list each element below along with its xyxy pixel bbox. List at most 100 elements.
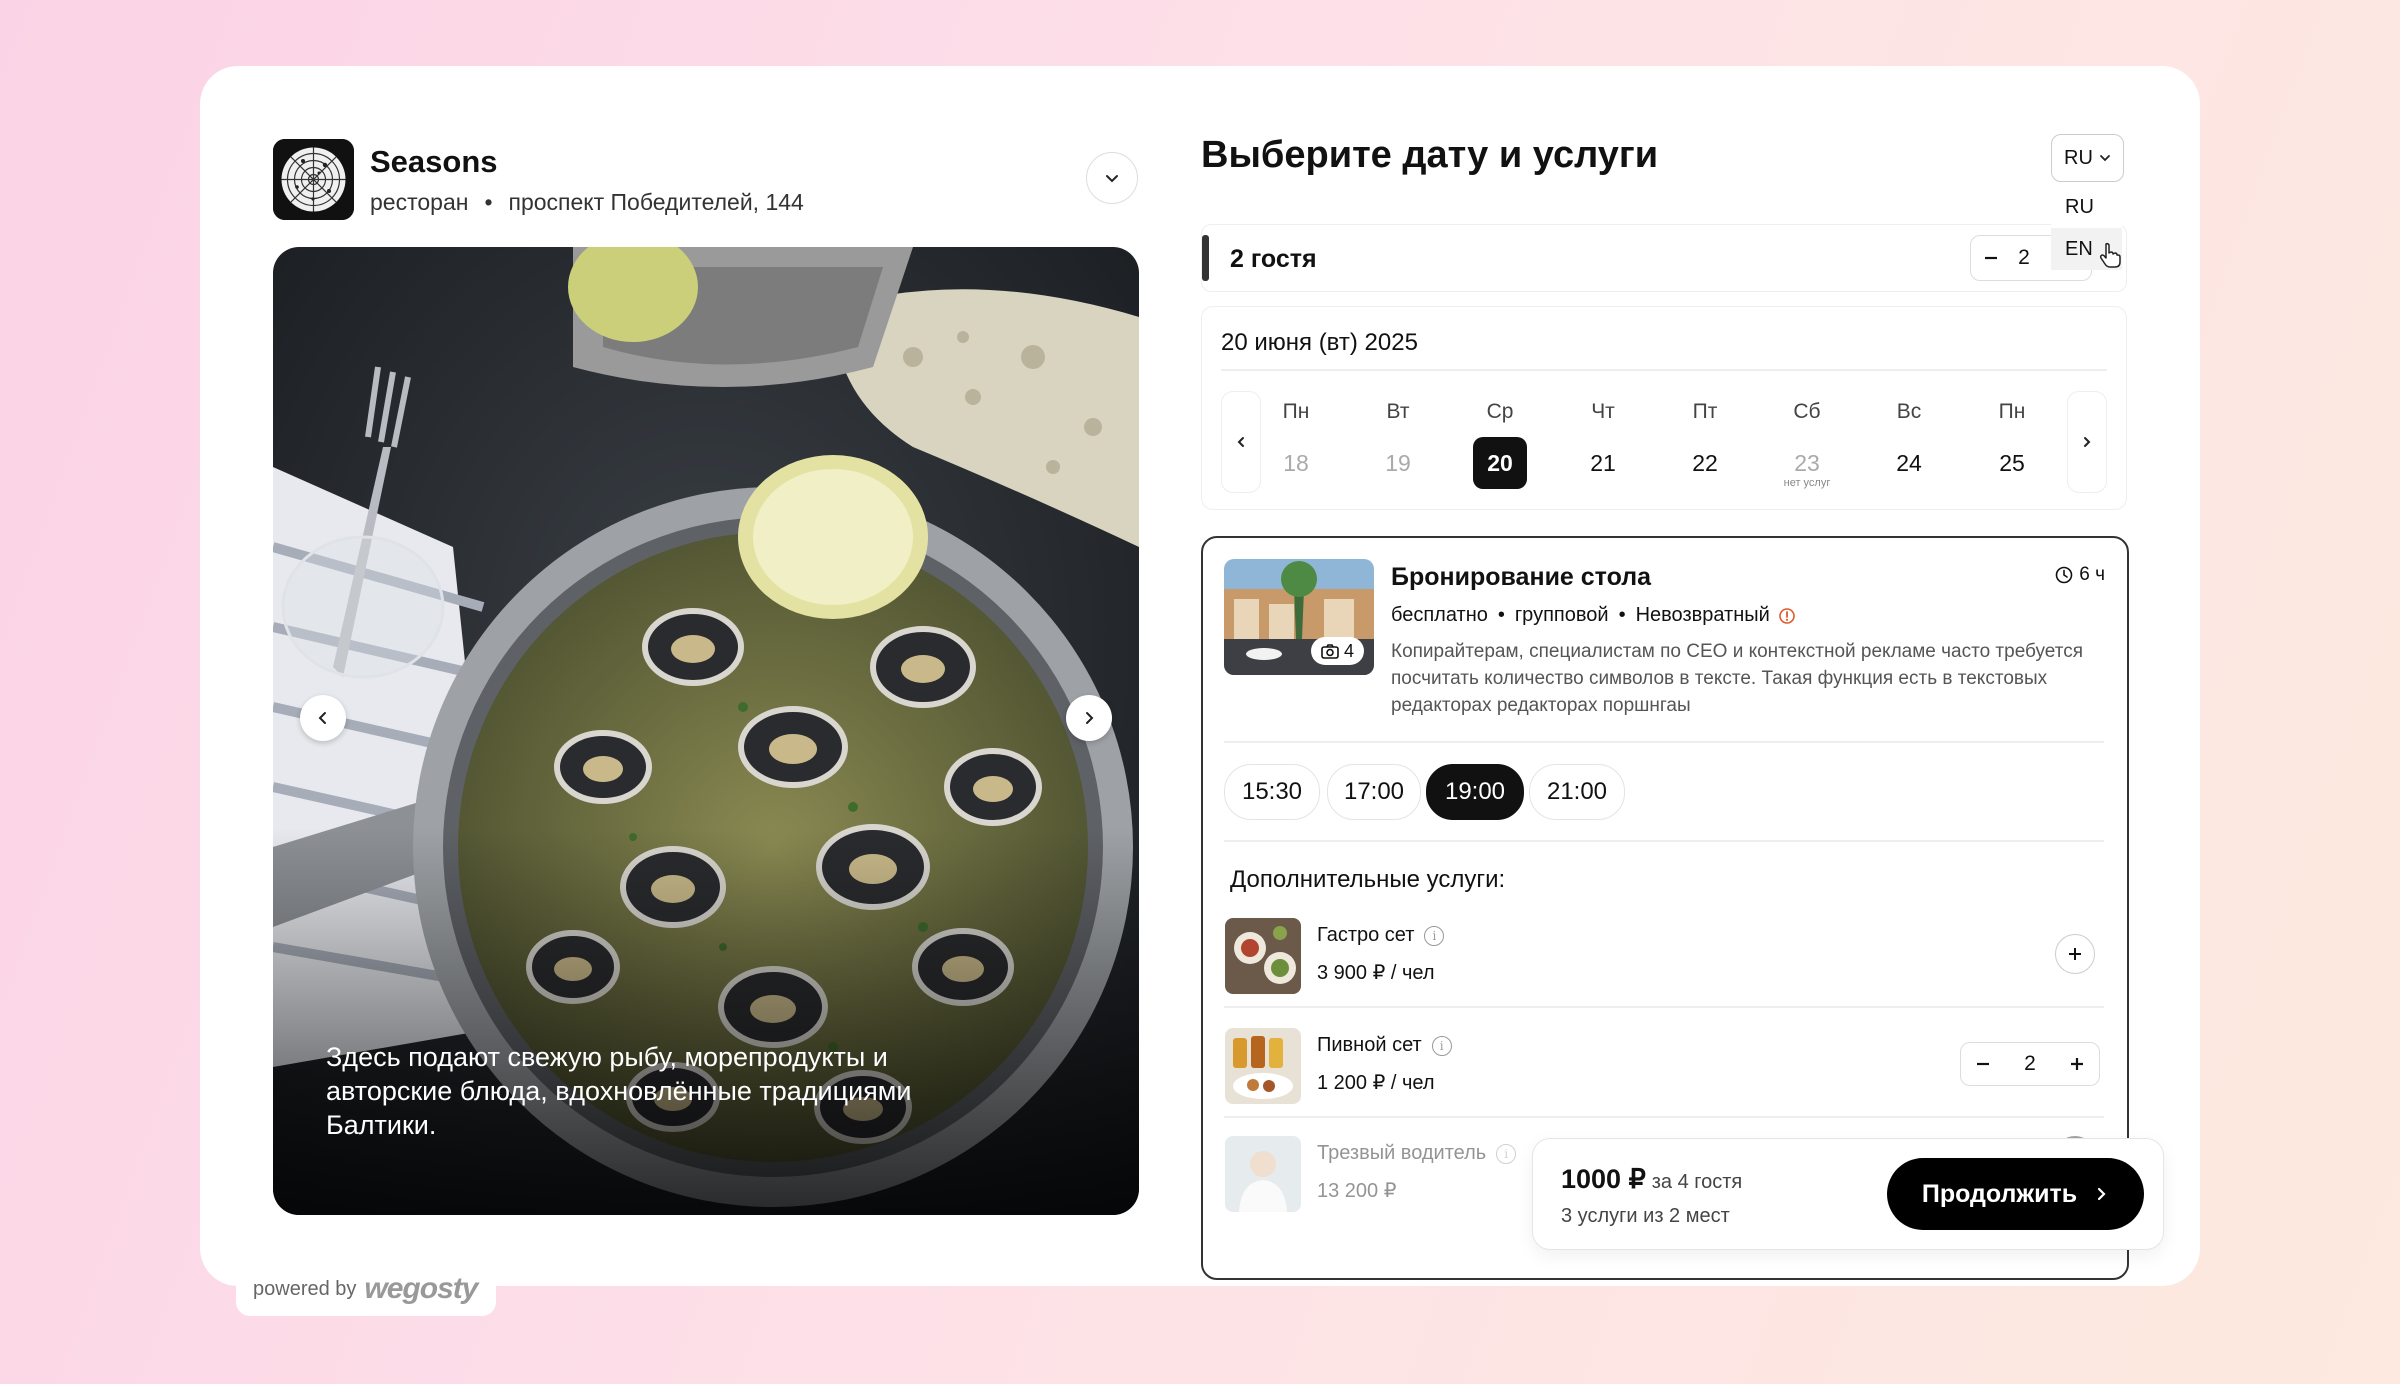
hero-image: Здесь подают свежую рыбу, морепродукты и… [273, 247, 1139, 1215]
weekday-label: Пн [1998, 400, 2026, 423]
chevron-left-icon [318, 712, 326, 724]
extra-name: Пивной сет i [1317, 1034, 1452, 1057]
alert-circle-icon[interactable] [1778, 607, 1796, 625]
weekday-label: Вс [1896, 400, 1922, 423]
time-slot[interactable]: 17:00 [1327, 764, 1421, 820]
calendar-day[interactable]: Вс 24 [1882, 397, 1936, 489]
calendar-day[interactable]: Чт 21 [1576, 397, 1630, 489]
day-number: 19 [1385, 450, 1411, 476]
extra-price: 13 200 ₽ [1317, 1180, 1397, 1202]
expand-button[interactable] [1086, 152, 1138, 204]
extra-service-item: Пивной сет i 1 200 ₽ / чел 2 [1225, 1028, 2105, 1106]
service-duration: 6 ч [2055, 564, 2105, 586]
weekday-label: Сб [1793, 400, 1821, 423]
chevron-down-icon [1106, 175, 1118, 183]
date-picker: 20 июня (вт) 2025 Пн 18 Вт 19 Ср 20 Чт 2… [1201, 306, 2127, 510]
restaurant-address: проспект Победителей, 144 [508, 189, 804, 215]
booking-summary-bar: 1000 ₽ за 4 гостя 3 услуги из 2 мест Прод… [1532, 1138, 2164, 1250]
divider [1224, 840, 2104, 842]
extra-quantity-stepper: 2 [1960, 1042, 2100, 1086]
separator-dot: • [484, 189, 493, 215]
calendar-prev-button[interactable] [1221, 391, 1261, 493]
extra-quantity: 2 [2024, 1052, 2036, 1075]
minus-icon [1985, 256, 1997, 260]
continue-button[interactable]: Продолжить [1887, 1158, 2144, 1230]
hero-caption: Здесь подают свежую рыбу, морепродукты и… [326, 1042, 912, 1140]
language-menu: RU EN [2051, 186, 2122, 270]
day-number: 21 [1590, 450, 1616, 476]
hero-next-button[interactable] [1066, 695, 1112, 741]
chevron-right-icon [2098, 1187, 2106, 1201]
powered-by-label: powered by [253, 1277, 357, 1300]
gastro-set-illustration [1225, 918, 1301, 994]
divider [1221, 369, 2107, 371]
chevron-down-icon [2100, 155, 2110, 162]
calendar-day-unavailable: Сб 23 нет услуг [1780, 397, 1834, 489]
extra-thumb [1225, 918, 1301, 994]
day-number: 22 [1692, 450, 1718, 476]
continue-label: Продолжить [1921, 1179, 2078, 1208]
extra-price: 3 900 ₽ / чел [1317, 962, 1435, 984]
total-price: 1000 ₽ за 4 гостя [1561, 1164, 1742, 1195]
summary-subtitle: 3 услуги из 2 мест [1561, 1205, 1730, 1227]
chevron-right-icon [2084, 437, 2091, 447]
restaurant-subtitle: ресторан • проспект Победителей, 144 [370, 189, 804, 216]
language-selected: RU [2064, 146, 2093, 169]
restaurant-name: Seasons [370, 144, 498, 179]
brand-logo: wegosty [364, 1272, 478, 1305]
calendar-next-button[interactable] [2067, 391, 2107, 493]
chevron-left-icon [1237, 437, 1244, 447]
calendar-day-selected[interactable]: Ср 20 [1473, 397, 1527, 489]
calendar-day[interactable]: Пт 22 [1678, 397, 1732, 489]
extras-title: Дополнительные услуги: [1230, 866, 1506, 893]
extra-service-item: Гастро сет i 3 900 ₽ / чел [1225, 918, 2105, 996]
extra-thumb [1225, 1136, 1301, 1212]
day-number: 20 [1473, 437, 1527, 489]
powered-by-badge[interactable]: powered by wegosty [236, 1262, 496, 1316]
chevron-right-icon [1086, 712, 1094, 724]
info-icon[interactable]: i [1496, 1143, 1517, 1164]
info-icon[interactable]: i [1424, 925, 1445, 946]
weekday-label: Чт [1591, 400, 1615, 423]
beer-set-illustration [1225, 1028, 1301, 1104]
service-description: Копирайтерам, специалистам по СЕО и конт… [1391, 641, 2084, 716]
add-extra-button[interactable] [2055, 934, 2095, 974]
language-option-ru[interactable]: RU [2051, 186, 2122, 228]
calendar-day[interactable]: Пн 18 [1269, 397, 1323, 489]
service-photo[interactable]: 4 [1224, 559, 1374, 675]
day-number: 24 [1896, 450, 1922, 476]
page-title: Выберите дату и услуги [1201, 134, 1659, 176]
total-guests: за 4 гостя [1651, 1171, 1743, 1193]
extra-name-label: Гастро сет [1317, 924, 1415, 946]
guests-decrement-button[interactable] [1971, 236, 2011, 280]
day-number: 25 [1999, 450, 2025, 476]
time-slot-selected[interactable]: 19:00 [1426, 764, 1524, 820]
language-option-en[interactable]: EN [2051, 228, 2122, 270]
guests-count: 2 [2018, 246, 2030, 269]
extra-increment-button[interactable] [2055, 1043, 2099, 1085]
weekday-label: Ср [1486, 400, 1514, 423]
hero-prev-button[interactable] [300, 695, 346, 741]
extra-name-label: Пивной сет [1317, 1034, 1422, 1056]
hand-pointer-icon [2099, 242, 2121, 268]
info-icon[interactable]: i [1431, 1035, 1452, 1056]
service-tags: бесплатно • групповой • Невозвратный [1391, 604, 1796, 627]
extra-price: 1 200 ₽ / чел [1317, 1072, 1435, 1094]
calendar-day[interactable]: Пн 25 [1985, 397, 2039, 489]
time-slot[interactable]: 15:30 [1224, 764, 1320, 820]
language-select[interactable]: RU [2051, 134, 2124, 182]
tag-type: групповой [1514, 604, 1609, 626]
divider [1224, 1006, 2104, 1008]
service-title: Бронирование стола [1391, 563, 1652, 591]
booking-card: Seasons ресторан • проспект Победителей, 1… [200, 66, 2200, 1286]
time-slot[interactable]: 21:00 [1529, 764, 1625, 820]
extra-name-label: Трезвый водитель [1317, 1142, 1487, 1164]
duration-value: 6 ч [2079, 564, 2105, 585]
extra-decrement-button[interactable] [1961, 1043, 2005, 1085]
extra-name: Трезвый водитель i [1317, 1142, 1517, 1165]
camera-icon [1321, 644, 1339, 659]
photo-count: 4 [1343, 640, 1354, 661]
calendar-day[interactable]: Вт 19 [1371, 397, 1425, 489]
selected-date: 20 июня (вт) 2025 [1221, 329, 1418, 356]
plus-icon [2069, 948, 2081, 960]
